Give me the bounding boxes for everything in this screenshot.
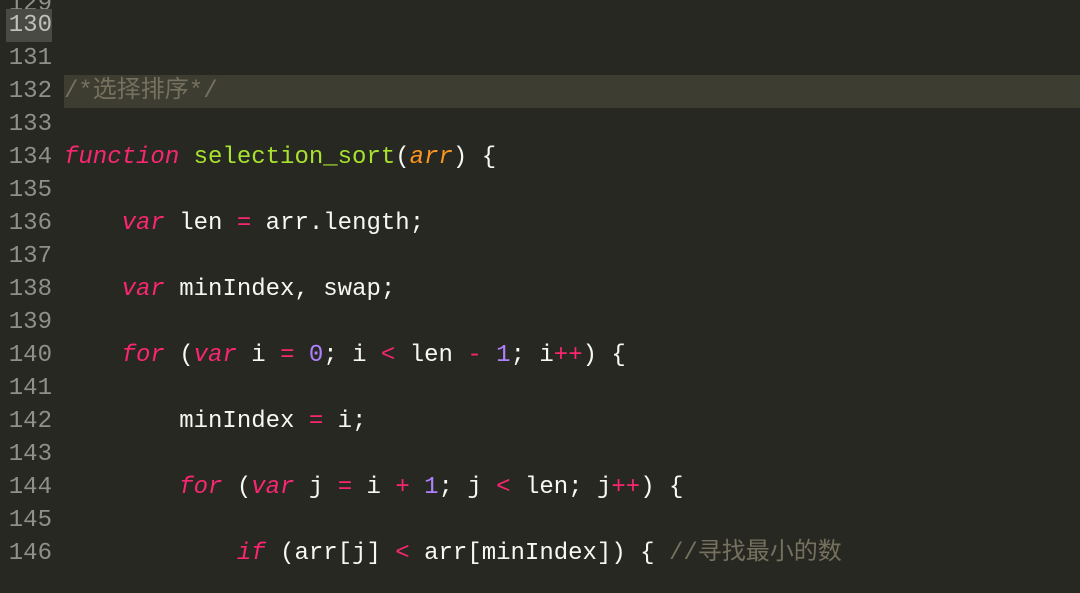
code-line[interactable]: if (arr[j] < arr[minIndex]) { //寻找最小的数 <box>64 537 1080 570</box>
line-number: 139 <box>6 306 52 339</box>
operator-inc: ++ <box>554 342 583 369</box>
expr: (arr[j] <box>280 540 381 567</box>
line-number: 146 <box>6 537 52 570</box>
paren-open: ( <box>237 474 251 501</box>
line-number: 132 <box>6 75 52 108</box>
code-line[interactable]: minIndex = i; <box>64 405 1080 438</box>
keyword-var: var <box>122 276 165 303</box>
line-number: 142 <box>6 405 52 438</box>
operator-assign: = <box>280 342 294 369</box>
function-name: selection_sort <box>194 144 396 171</box>
operator-assign: = <box>309 408 323 435</box>
line-number-highlighted: 130 <box>6 9 52 42</box>
brace: ) { <box>640 474 683 501</box>
identifier: i <box>367 474 381 501</box>
identifier: j <box>309 474 323 501</box>
operator-assign: = <box>338 474 352 501</box>
operator-lt: < <box>496 474 510 501</box>
operator-lt: < <box>381 342 395 369</box>
keyword-function: function <box>64 144 179 171</box>
code-line-highlighted[interactable]: /*选择排序*/ <box>64 75 1080 108</box>
identifier: i <box>251 342 265 369</box>
comment: //寻找最小的数 <box>669 540 842 567</box>
code-line[interactable]: var len = arr.length; <box>64 207 1080 240</box>
operator-plus: + <box>395 474 409 501</box>
line-number: 143 <box>6 438 52 471</box>
keyword-var: var <box>251 474 294 501</box>
number: 1 <box>424 474 438 501</box>
code-line[interactable]: function selection_sort(arr) { <box>64 141 1080 174</box>
operator-minus: - <box>467 342 481 369</box>
brace-open: { <box>482 144 496 171</box>
line-number: 144 <box>6 471 52 504</box>
line-number: 133 <box>6 108 52 141</box>
operator-assign: = <box>237 210 251 237</box>
line-number: 145 <box>6 504 52 537</box>
code-line[interactable]: for (var j = i + 1; j < len; j++) { <box>64 471 1080 504</box>
identifier: len <box>410 342 453 369</box>
expr: len; j <box>525 474 611 501</box>
keyword-for: for <box>179 474 222 501</box>
code-line[interactable]: var minIndex, swap; <box>64 273 1080 306</box>
identifier: len <box>179 210 222 237</box>
code-line[interactable]: for (var i = 0; i < len - 1; i++) { <box>64 339 1080 372</box>
line-number: 135 <box>6 174 52 207</box>
paren-open: ( <box>179 342 193 369</box>
line-number: 134 <box>6 141 52 174</box>
expr: ; i <box>323 342 366 369</box>
line-number: 138 <box>6 273 52 306</box>
expr: arr.length; <box>266 210 424 237</box>
keyword-if: if <box>237 540 266 567</box>
keyword-var: var <box>194 342 237 369</box>
line-number-gutter: 129 130 131 132 133 134 135 136 137 138 … <box>0 0 62 593</box>
expr: arr[minIndex]) { <box>424 540 654 567</box>
keyword-for: for <box>122 342 165 369</box>
identifiers: minIndex, swap; <box>179 276 395 303</box>
code-area[interactable]: /*选择排序*/ function selection_sort(arr) { … <box>62 0 1080 593</box>
keyword-var: var <box>122 210 165 237</box>
operator-lt: < <box>395 540 409 567</box>
paren-open: ( <box>395 144 409 171</box>
paren-close: ) <box>453 144 467 171</box>
expr: i; <box>338 408 367 435</box>
param: arr <box>410 144 453 171</box>
line-number: 131 <box>6 42 52 75</box>
line-number: 129 <box>6 0 52 9</box>
code-editor[interactable]: 129 130 131 132 133 134 135 136 137 138 … <box>0 0 1080 593</box>
line-number: 136 <box>6 207 52 240</box>
line-number: 140 <box>6 339 52 372</box>
identifier: minIndex <box>179 408 294 435</box>
expr: ; j <box>439 474 482 501</box>
comment: /*选择排序*/ <box>64 78 218 105</box>
brace: ) { <box>583 342 626 369</box>
number: 1 <box>496 342 510 369</box>
code-line[interactable] <box>64 33 1080 42</box>
expr: ; i <box>511 342 554 369</box>
operator-inc: ++ <box>611 474 640 501</box>
line-number: 141 <box>6 372 52 405</box>
line-number: 137 <box>6 240 52 273</box>
number: 0 <box>309 342 323 369</box>
